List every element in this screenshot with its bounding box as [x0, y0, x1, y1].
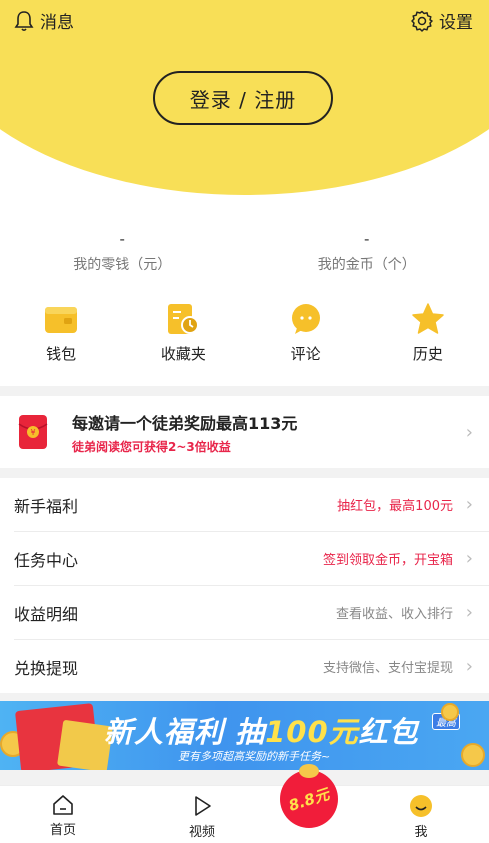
section-divider	[0, 770, 489, 785]
stat-change-label: 我的零钱（元）	[73, 257, 172, 273]
play-icon	[195, 796, 211, 816]
profile-header: 消息 设置 登录 / 注册	[0, 0, 489, 195]
settings-button[interactable]: 设置	[411, 8, 473, 33]
menu-row-label: 新手福利	[14, 496, 79, 516]
stat-coins[interactable]: - 我的金币（个）	[245, 230, 489, 274]
quick-link-comments[interactable]: 评论	[245, 303, 367, 364]
newbie-red-packet-banner[interactable]: 新人福利 抽100元红包 最高 更有多项超高奖励的新手任务~	[0, 701, 489, 770]
svg-text:¥: ¥	[30, 428, 35, 437]
smiley-icon	[410, 795, 432, 817]
bottom-tab-bar: 首页 视频 我	[0, 785, 489, 843]
menu-row-earnings-detail[interactable]: 收益明细 查看收益、收入排行 ›	[0, 586, 489, 639]
menu-row-task-center[interactable]: 任务中心 签到领取金币，开宝箱 ›	[0, 532, 489, 585]
menu-row-withdraw[interactable]: 兑换提现 支持微信、支付宝提现 ›	[0, 640, 489, 693]
menu-row-detail: 查看收益、收入排行	[335, 607, 453, 622]
home-icon	[53, 795, 73, 815]
comment-icon	[289, 303, 323, 335]
menu-row-detail: 签到领取金币，开宝箱	[322, 553, 453, 568]
chevron-right-icon: ›	[465, 602, 473, 623]
settings-label: 设置	[439, 13, 473, 33]
coin-icon	[461, 743, 485, 767]
account-stats: - 我的零钱（元） - 我的金币（个）	[0, 230, 489, 274]
tab-home-label: 首页	[49, 823, 76, 838]
quick-link-comments-label: 评论	[290, 345, 321, 363]
coin-icon	[299, 764, 319, 778]
gear-icon	[411, 10, 433, 32]
quick-link-history-label: 历史	[412, 345, 443, 363]
red-packet-tab-button[interactable]: 8.8元	[280, 764, 338, 828]
chevron-right-icon: ›	[465, 421, 473, 443]
banner-title: 新人福利 抽100元红包	[104, 715, 419, 749]
tab-me[interactable]: 我	[391, 794, 451, 840]
tab-home[interactable]: 首页	[33, 794, 93, 838]
quick-links: 钱包 收藏夹 评论 历史	[0, 303, 489, 364]
history-star-icon	[411, 303, 445, 335]
bell-icon	[14, 10, 34, 31]
invite-text: 每邀请一个徒弟奖励最高113元 徒弟阅读您可获得2~3倍收益	[72, 410, 297, 455]
section-divider	[0, 693, 489, 701]
messages-button[interactable]: 消息	[14, 8, 74, 33]
wallet-icon	[44, 303, 78, 335]
menu-row-label: 任务中心	[14, 550, 79, 570]
chevron-right-icon: ›	[465, 494, 473, 515]
invite-subtitle: 徒弟阅读您可获得2~3倍收益	[72, 439, 231, 454]
menu-row-label: 兑换提现	[14, 658, 79, 678]
tab-video-label: 视频	[188, 825, 215, 840]
stat-change[interactable]: - 我的零钱（元）	[0, 230, 245, 274]
stat-coins-label: 我的金币（个）	[317, 257, 416, 273]
red-envelope-icon: ¥	[18, 415, 48, 449]
chevron-right-icon: ›	[465, 548, 473, 569]
quick-link-favorites-label: 收藏夹	[160, 345, 206, 363]
chevron-right-icon: ›	[465, 656, 473, 677]
quick-link-favorites[interactable]: 收藏夹	[122, 303, 244, 364]
section-divider	[0, 386, 489, 396]
messages-label: 消息	[40, 13, 74, 33]
stat-coins-value: -	[364, 230, 370, 248]
favorites-icon	[166, 303, 200, 335]
coin-icon	[441, 703, 459, 721]
quick-link-wallet[interactable]: 钱包	[0, 303, 122, 364]
menu-row-newbie-benefits[interactable]: 新手福利 抽红包，最高100元 ›	[0, 478, 489, 531]
invite-title: 每邀请一个徒弟奖励最高113元	[72, 413, 298, 433]
invite-apprentice-card[interactable]: ¥ 每邀请一个徒弟奖励最高113元 徒弟阅读您可获得2~3倍收益 ›	[0, 396, 489, 468]
section-divider	[0, 468, 489, 478]
menu-row-detail: 支持微信、支付宝提现	[322, 661, 453, 676]
login-register-button[interactable]: 登录 / 注册	[153, 71, 333, 125]
banner-subtitle: 更有多项超高奖励的新手任务~	[178, 750, 331, 763]
red-packet-amount: 8.8元	[286, 784, 332, 815]
menu-row-detail: 抽红包，最高100元	[337, 499, 453, 514]
menu-row-label: 收益明细	[14, 604, 79, 624]
quick-link-wallet-label: 钱包	[46, 345, 77, 363]
stat-change-value: -	[119, 230, 125, 248]
tab-me-label: 我	[414, 825, 428, 840]
quick-link-history[interactable]: 历史	[367, 303, 489, 364]
tab-video[interactable]: 视频	[172, 794, 232, 840]
